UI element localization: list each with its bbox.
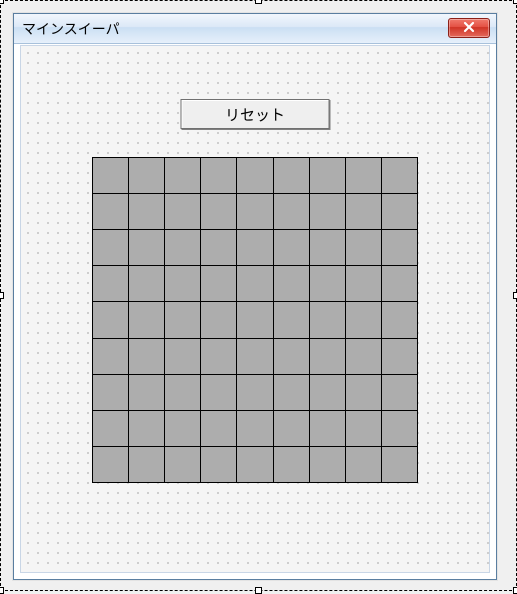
mine-cell[interactable] <box>165 194 200 229</box>
designer-canvas[interactable]: マインスイーパ リセット <box>0 0 517 591</box>
mine-cell[interactable] <box>165 266 200 301</box>
mine-cell[interactable] <box>165 447 200 482</box>
mine-cell[interactable] <box>346 339 381 374</box>
mine-cell[interactable] <box>346 447 381 482</box>
mine-cell[interactable] <box>382 375 417 410</box>
mine-cell[interactable] <box>382 339 417 374</box>
mine-cell[interactable] <box>382 230 417 265</box>
mine-cell[interactable] <box>93 447 128 482</box>
mine-cell[interactable] <box>237 339 272 374</box>
mine-cell[interactable] <box>310 447 345 482</box>
mine-cell[interactable] <box>237 375 272 410</box>
mine-cell[interactable] <box>382 158 417 193</box>
mine-cell[interactable] <box>274 302 309 337</box>
mine-cell[interactable] <box>310 266 345 301</box>
mine-cell[interactable] <box>237 194 272 229</box>
mine-cell[interactable] <box>165 302 200 337</box>
mine-cell[interactable] <box>201 266 236 301</box>
resize-handle-top-left[interactable] <box>0 0 4 4</box>
mine-cell[interactable] <box>382 194 417 229</box>
mine-cell[interactable] <box>93 302 128 337</box>
mine-cell[interactable] <box>274 194 309 229</box>
mine-cell[interactable] <box>310 375 345 410</box>
mine-cell[interactable] <box>346 158 381 193</box>
mine-cell[interactable] <box>93 194 128 229</box>
mine-cell[interactable] <box>129 158 164 193</box>
mine-cell[interactable] <box>237 411 272 446</box>
mine-cell[interactable] <box>129 375 164 410</box>
mine-cell[interactable] <box>129 266 164 301</box>
mine-cell[interactable] <box>346 194 381 229</box>
mine-cell[interactable] <box>237 447 272 482</box>
mine-cell[interactable] <box>346 302 381 337</box>
mine-cell[interactable] <box>201 339 236 374</box>
mine-cell[interactable] <box>165 339 200 374</box>
mine-cell[interactable] <box>201 302 236 337</box>
close-icon <box>463 21 475 36</box>
mine-cell[interactable] <box>165 158 200 193</box>
window-title: マインスイーパ <box>22 19 120 39</box>
mine-cell[interactable] <box>201 447 236 482</box>
resize-handle-top-mid[interactable] <box>255 0 262 4</box>
mine-cell[interactable] <box>274 447 309 482</box>
mine-cell[interactable] <box>274 230 309 265</box>
mine-cell[interactable] <box>382 447 417 482</box>
mine-cell[interactable] <box>310 302 345 337</box>
mine-cell[interactable] <box>201 158 236 193</box>
mine-cell[interactable] <box>346 266 381 301</box>
mine-cell[interactable] <box>201 375 236 410</box>
close-button[interactable] <box>448 18 490 38</box>
mine-cell[interactable] <box>237 158 272 193</box>
titlebar[interactable]: マインスイーパ <box>14 14 496 44</box>
resize-handle-top-right[interactable] <box>513 0 517 4</box>
minefield-grid <box>92 157 418 483</box>
mine-cell[interactable] <box>201 230 236 265</box>
mine-cell[interactable] <box>129 302 164 337</box>
mine-cell[interactable] <box>274 375 309 410</box>
mine-cell[interactable] <box>237 302 272 337</box>
reset-button[interactable]: リセット <box>181 99 330 129</box>
mine-cell[interactable] <box>93 411 128 446</box>
resize-handle-mid-right[interactable] <box>513 292 517 299</box>
mine-cell[interactable] <box>310 339 345 374</box>
mine-cell[interactable] <box>93 266 128 301</box>
mine-cell[interactable] <box>93 158 128 193</box>
mine-cell[interactable] <box>310 158 345 193</box>
mine-cell[interactable] <box>93 339 128 374</box>
resize-handle-mid-left[interactable] <box>0 292 4 299</box>
mine-cell[interactable] <box>274 158 309 193</box>
mine-cell[interactable] <box>346 375 381 410</box>
reset-button-label: リセット <box>225 104 285 125</box>
mine-cell[interactable] <box>129 339 164 374</box>
mine-cell[interactable] <box>274 266 309 301</box>
mine-cell[interactable] <box>93 375 128 410</box>
mine-cell[interactable] <box>274 411 309 446</box>
mine-cell[interactable] <box>129 194 164 229</box>
mine-cell[interactable] <box>165 411 200 446</box>
mine-cell[interactable] <box>346 230 381 265</box>
mine-cell[interactable] <box>310 194 345 229</box>
mine-cell[interactable] <box>382 302 417 337</box>
mine-cell[interactable] <box>129 411 164 446</box>
mine-cell[interactable] <box>382 411 417 446</box>
mine-cell[interactable] <box>310 411 345 446</box>
mine-cell[interactable] <box>382 266 417 301</box>
client-area: リセット <box>20 45 490 573</box>
app-window: マインスイーパ リセット <box>13 13 497 580</box>
mine-cell[interactable] <box>346 411 381 446</box>
mine-cell[interactable] <box>274 339 309 374</box>
mine-cell[interactable] <box>237 266 272 301</box>
mine-cell[interactable] <box>237 230 272 265</box>
mine-cell[interactable] <box>201 411 236 446</box>
mine-cell[interactable] <box>129 230 164 265</box>
mine-cell[interactable] <box>201 194 236 229</box>
mine-cell[interactable] <box>165 230 200 265</box>
mine-cell[interactable] <box>310 230 345 265</box>
mine-cell[interactable] <box>93 230 128 265</box>
mine-cell[interactable] <box>129 447 164 482</box>
mine-cell[interactable] <box>165 375 200 410</box>
